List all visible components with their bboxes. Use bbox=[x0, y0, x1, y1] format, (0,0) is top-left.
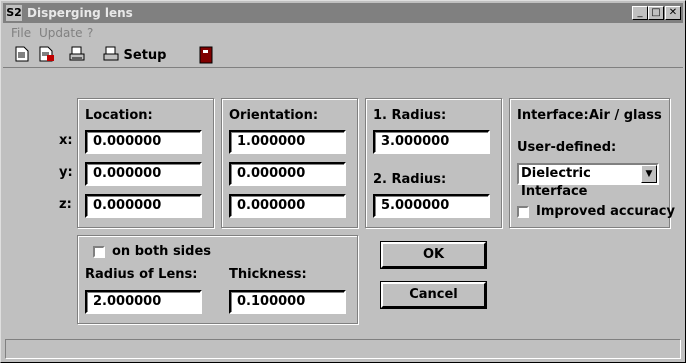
orientation-y-field[interactable]: 0.000000 bbox=[229, 162, 346, 186]
menu-help[interactable]: ? bbox=[87, 26, 93, 40]
thickness-field[interactable]: 0.100000 bbox=[229, 290, 346, 314]
chevron-down-icon[interactable]: ▼ bbox=[641, 165, 657, 183]
lens-radius-label: Radius of Lens: bbox=[85, 267, 198, 282]
dialog-window: S2 Disperging lens _ □ ✕ File Update ? S… bbox=[0, 0, 686, 363]
close-button[interactable]: ✕ bbox=[665, 6, 681, 20]
toolbar: Setup bbox=[3, 43, 683, 68]
radius2-label: 2. Radius: bbox=[373, 172, 447, 187]
location-x-field[interactable]: 0.000000 bbox=[85, 130, 202, 154]
radius1-label: 1. Radius: bbox=[373, 108, 447, 123]
print-setup-button[interactable]: Setup bbox=[103, 46, 167, 64]
interface-select-value: Dielectric Interface bbox=[521, 166, 591, 199]
thickness-label: Thickness: bbox=[229, 267, 307, 282]
exit-door-icon[interactable] bbox=[199, 46, 213, 64]
maximize-button[interactable]: □ bbox=[648, 6, 664, 20]
improved-accuracy-label: Improved accuracy bbox=[536, 204, 675, 219]
status-bar bbox=[5, 339, 681, 359]
axis-y-label: y: bbox=[59, 165, 73, 180]
orientation-z-field[interactable]: 0.000000 bbox=[229, 194, 346, 218]
both-sides-checkbox[interactable] bbox=[93, 246, 105, 258]
title-bar[interactable]: S2 Disperging lens _ □ ✕ bbox=[3, 3, 683, 23]
print-icon[interactable] bbox=[69, 46, 85, 64]
radius1-field[interactable]: 3.000000 bbox=[373, 130, 490, 154]
new-document-icon[interactable] bbox=[15, 46, 29, 64]
menu-file[interactable]: File bbox=[11, 26, 31, 40]
app-icon: S2 bbox=[6, 5, 22, 21]
location-y-field[interactable]: 0.000000 bbox=[85, 162, 202, 186]
both-sides-label: on both sides bbox=[112, 244, 211, 259]
menu-update[interactable]: Update bbox=[39, 26, 82, 40]
cancel-button[interactable]: Cancel bbox=[380, 281, 487, 309]
interface-select[interactable]: Dielectric Interface ▼ bbox=[517, 163, 659, 199]
location-z-field[interactable]: 0.000000 bbox=[85, 194, 202, 218]
user-defined-label: User-defined: bbox=[517, 140, 617, 155]
minimize-button[interactable]: _ bbox=[632, 6, 648, 20]
interface-value: Air / glass bbox=[589, 108, 662, 123]
menu-bar: File Update ? bbox=[3, 24, 683, 42]
window-title: Disperging lens bbox=[27, 6, 133, 20]
axis-x-label: x: bbox=[59, 133, 73, 148]
improved-accuracy-checkbox[interactable] bbox=[517, 206, 529, 218]
axis-z-label: z: bbox=[59, 197, 72, 212]
orientation-label: Orientation: bbox=[229, 108, 319, 123]
setup-label: Setup bbox=[123, 48, 167, 63]
save-document-icon[interactable] bbox=[39, 46, 55, 64]
location-label: Location: bbox=[85, 108, 153, 123]
interface-label: Interface: bbox=[517, 108, 589, 123]
ok-button[interactable]: OK bbox=[380, 241, 487, 269]
radius2-field[interactable]: 5.000000 bbox=[373, 194, 490, 218]
orientation-x-field[interactable]: 1.000000 bbox=[229, 130, 346, 154]
lens-radius-field[interactable]: 2.000000 bbox=[85, 290, 202, 314]
